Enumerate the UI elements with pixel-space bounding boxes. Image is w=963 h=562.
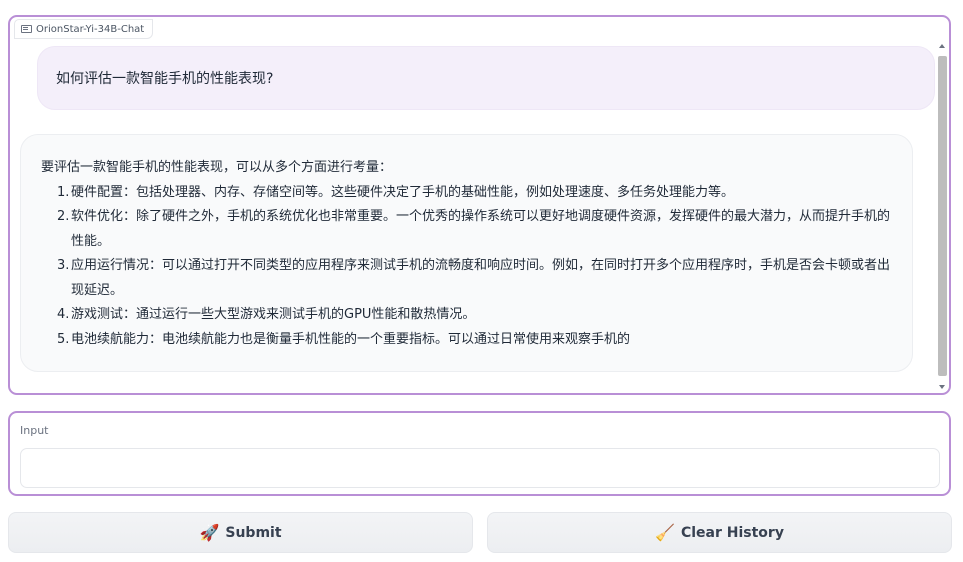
input-panel: Input <box>8 411 951 496</box>
submit-button[interactable]: 🚀 Submit <box>8 512 473 553</box>
bot-message: 要评估一款智能手机的性能表现，可以从多个方面进行考量： 1. 硬件配置：包括处理器… <box>20 134 913 372</box>
list-item: 1. 硬件配置：包括处理器、内存、存储空间等。这些硬件决定了手机的基础性能，例如处… <box>57 181 892 206</box>
list-item-number: 4. <box>57 307 70 322</box>
broom-icon: 🧹 <box>655 523 675 542</box>
list-item: 3. 应用运行情况：可以通过打开不同类型的应用程序来测试手机的流畅度和响应时间。例… <box>57 254 892 303</box>
scroll-down-arrow-icon[interactable] <box>939 385 945 389</box>
chatbot-panel: OrionStar-Yi-34B-Chat 如何评估一款智能手机的性能表现? 要… <box>8 15 951 395</box>
user-message-text: 如何评估一款智能手机的性能表现? <box>56 71 274 87</box>
list-item: 2. 软件优化：除了硬件之外，手机的系统优化也非常重要。一个优秀的操作系统可以更好… <box>57 205 892 254</box>
list-item-number: 1. <box>57 184 70 200</box>
list-item: 4. 游戏测试：通过运行一些大型游戏来测试手机的GPU性能和散热情况。 <box>57 303 892 328</box>
list-item-text: 硬件配置：包括处理器、内存、存储空间等。这些硬件决定了手机的基础性能，例如处理速… <box>71 184 735 200</box>
list-item: 5. 电池续航能力：电池续航能力也是衡量手机性能的一个重要指标。可以通过日常使用来… <box>57 328 892 353</box>
chat-icon <box>21 25 32 33</box>
list-item-number: 3. <box>57 258 70 273</box>
scroll-up-arrow-icon[interactable] <box>939 44 945 48</box>
bot-message-intro: 要评估一款智能手机的性能表现，可以从多个方面进行考量： <box>41 160 393 175</box>
chatbot-label: OrionStar-Yi-34B-Chat <box>14 19 154 39</box>
chatbot-label-text: OrionStar-Yi-34B-Chat <box>36 23 145 35</box>
bot-message-list: 1. 硬件配置：包括处理器、内存、存储空间等。这些硬件决定了手机的基础性能，例如处… <box>41 181 892 353</box>
message-input[interactable] <box>20 448 940 488</box>
list-item-number: 2. <box>57 209 70 224</box>
rocket-icon: 🚀 <box>199 523 220 542</box>
list-item-text: 游戏测试：通过运行一些大型游戏来测试手机的GPU性能和散热情况。 <box>71 307 476 322</box>
list-item-text: 应用运行情况：可以通过打开不同类型的应用程序来测试手机的流畅度和响应时间。例如，… <box>71 258 891 298</box>
scroll-thumb[interactable] <box>938 56 947 376</box>
chat-scrollbar[interactable] <box>936 41 948 391</box>
submit-button-label: Submit <box>225 524 282 541</box>
list-item-number: 5. <box>57 331 70 347</box>
list-item-text: 电池续航能力：电池续航能力也是衡量手机性能的一个重要指标。可以通过日常使用来观察… <box>71 331 631 347</box>
input-label: Input <box>20 424 49 437</box>
clear-history-button-label: Clear History <box>680 524 784 541</box>
clear-history-button[interactable]: 🧹 Clear History <box>487 512 952 553</box>
list-item-text: 软件优化：除了硬件之外，手机的系统优化也非常重要。一个优秀的操作系统可以更好地调… <box>71 209 891 249</box>
user-message: 如何评估一款智能手机的性能表现? <box>37 46 935 110</box>
